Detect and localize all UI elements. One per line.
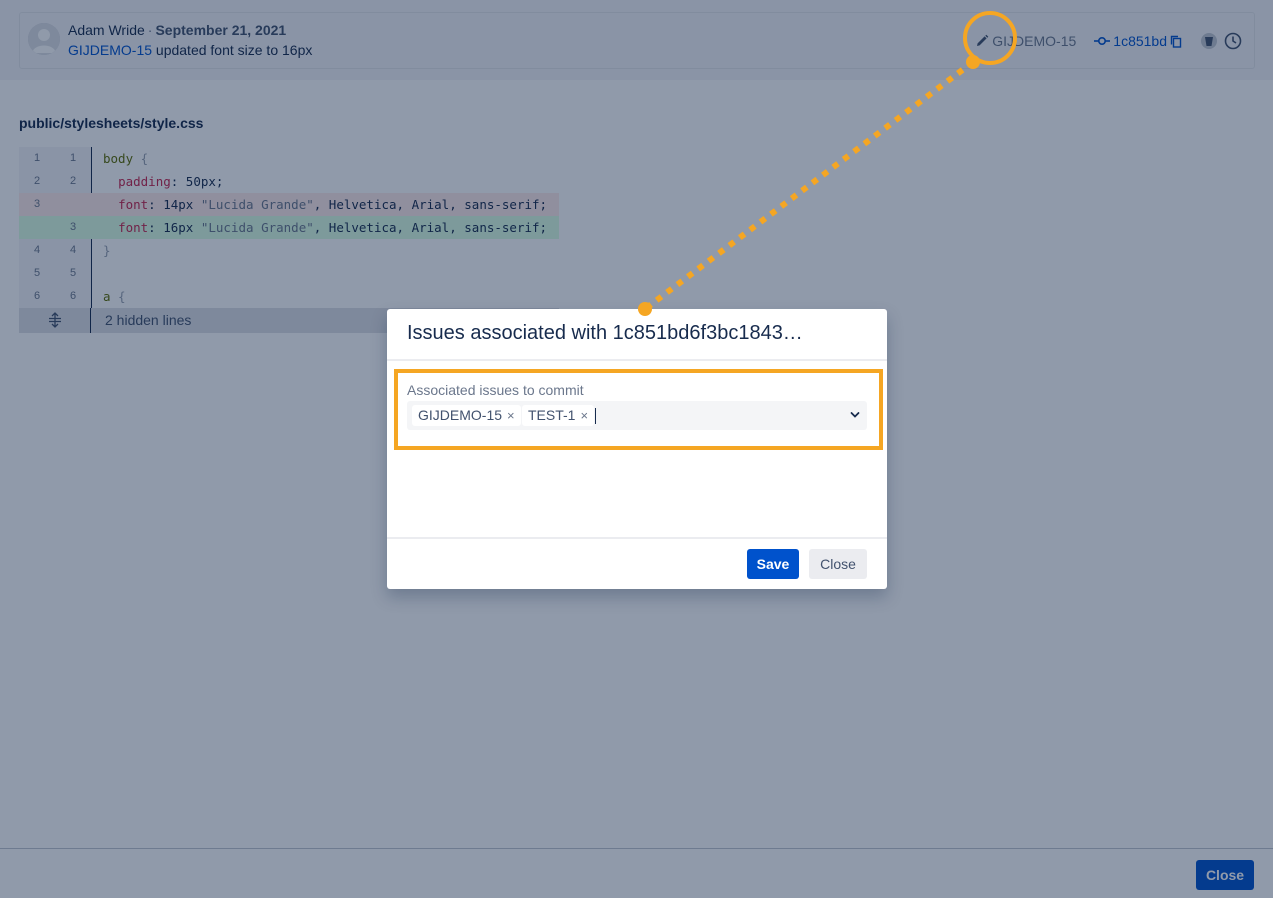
close-button[interactable]: Close [809,549,867,579]
dialog-divider [387,537,887,539]
issue-tag-label: GIJDEMO-15 [418,407,503,423]
associated-issues-label: Associated issues to commit [407,382,584,398]
issue-tag-label: TEST-1 [528,407,576,423]
remove-tag-icon[interactable]: × [580,408,588,423]
dialog-divider [387,359,887,361]
issue-tag: TEST-1 × [522,405,595,426]
chevron-down-icon[interactable] [849,409,861,421]
associated-issues-dialog: Issues associated with 1c851bd6f3bc1843…… [387,309,887,589]
associated-issues-select[interactable]: GIJDEMO-15 × TEST-1 × [407,401,867,430]
issue-tag: GIJDEMO-15 × [412,405,521,426]
remove-tag-icon[interactable]: × [507,408,515,423]
save-button[interactable]: Save [747,549,799,579]
text-cursor [595,408,596,424]
dialog-title: Issues associated with 1c851bd6f3bc1843… [407,322,803,344]
